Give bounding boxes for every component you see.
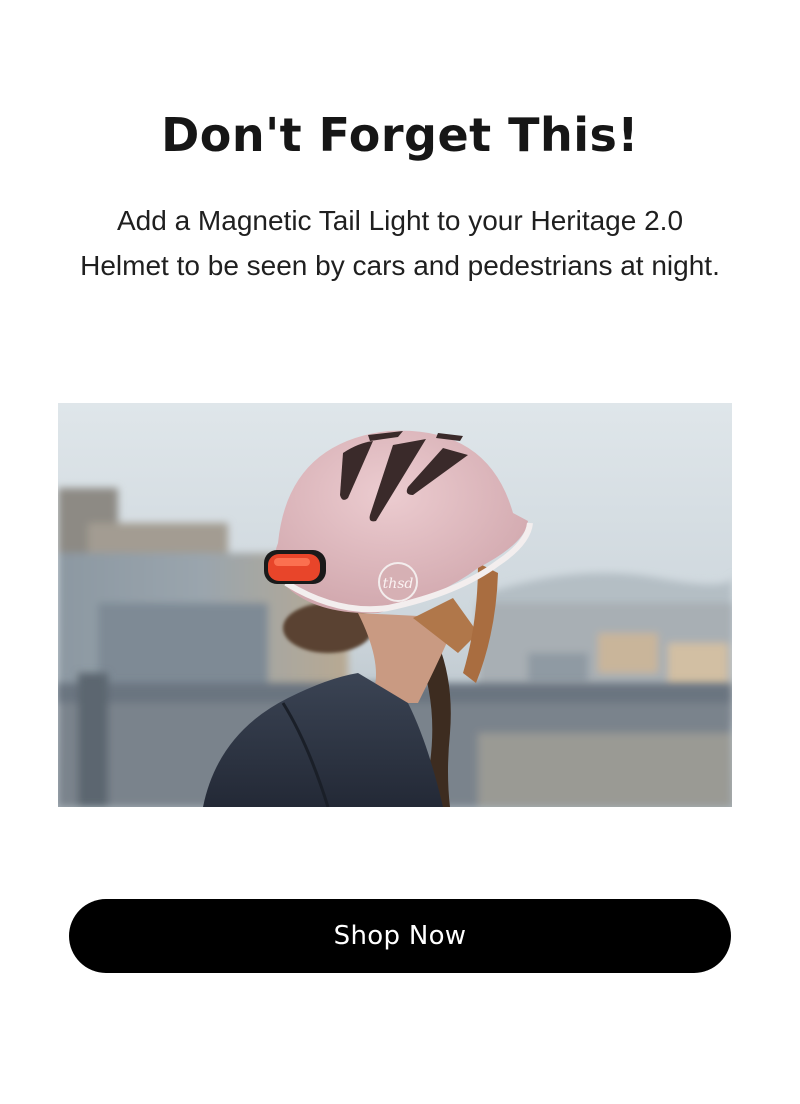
hero-image: thsd xyxy=(58,403,732,807)
promo-description: Add a Magnetic Tail Light to your Herita… xyxy=(80,205,720,281)
helmet-logo-text: thsd xyxy=(383,576,414,592)
promo-headline: Don't Forget This! xyxy=(161,108,639,162)
shop-now-button[interactable]: Shop Now xyxy=(69,899,731,973)
